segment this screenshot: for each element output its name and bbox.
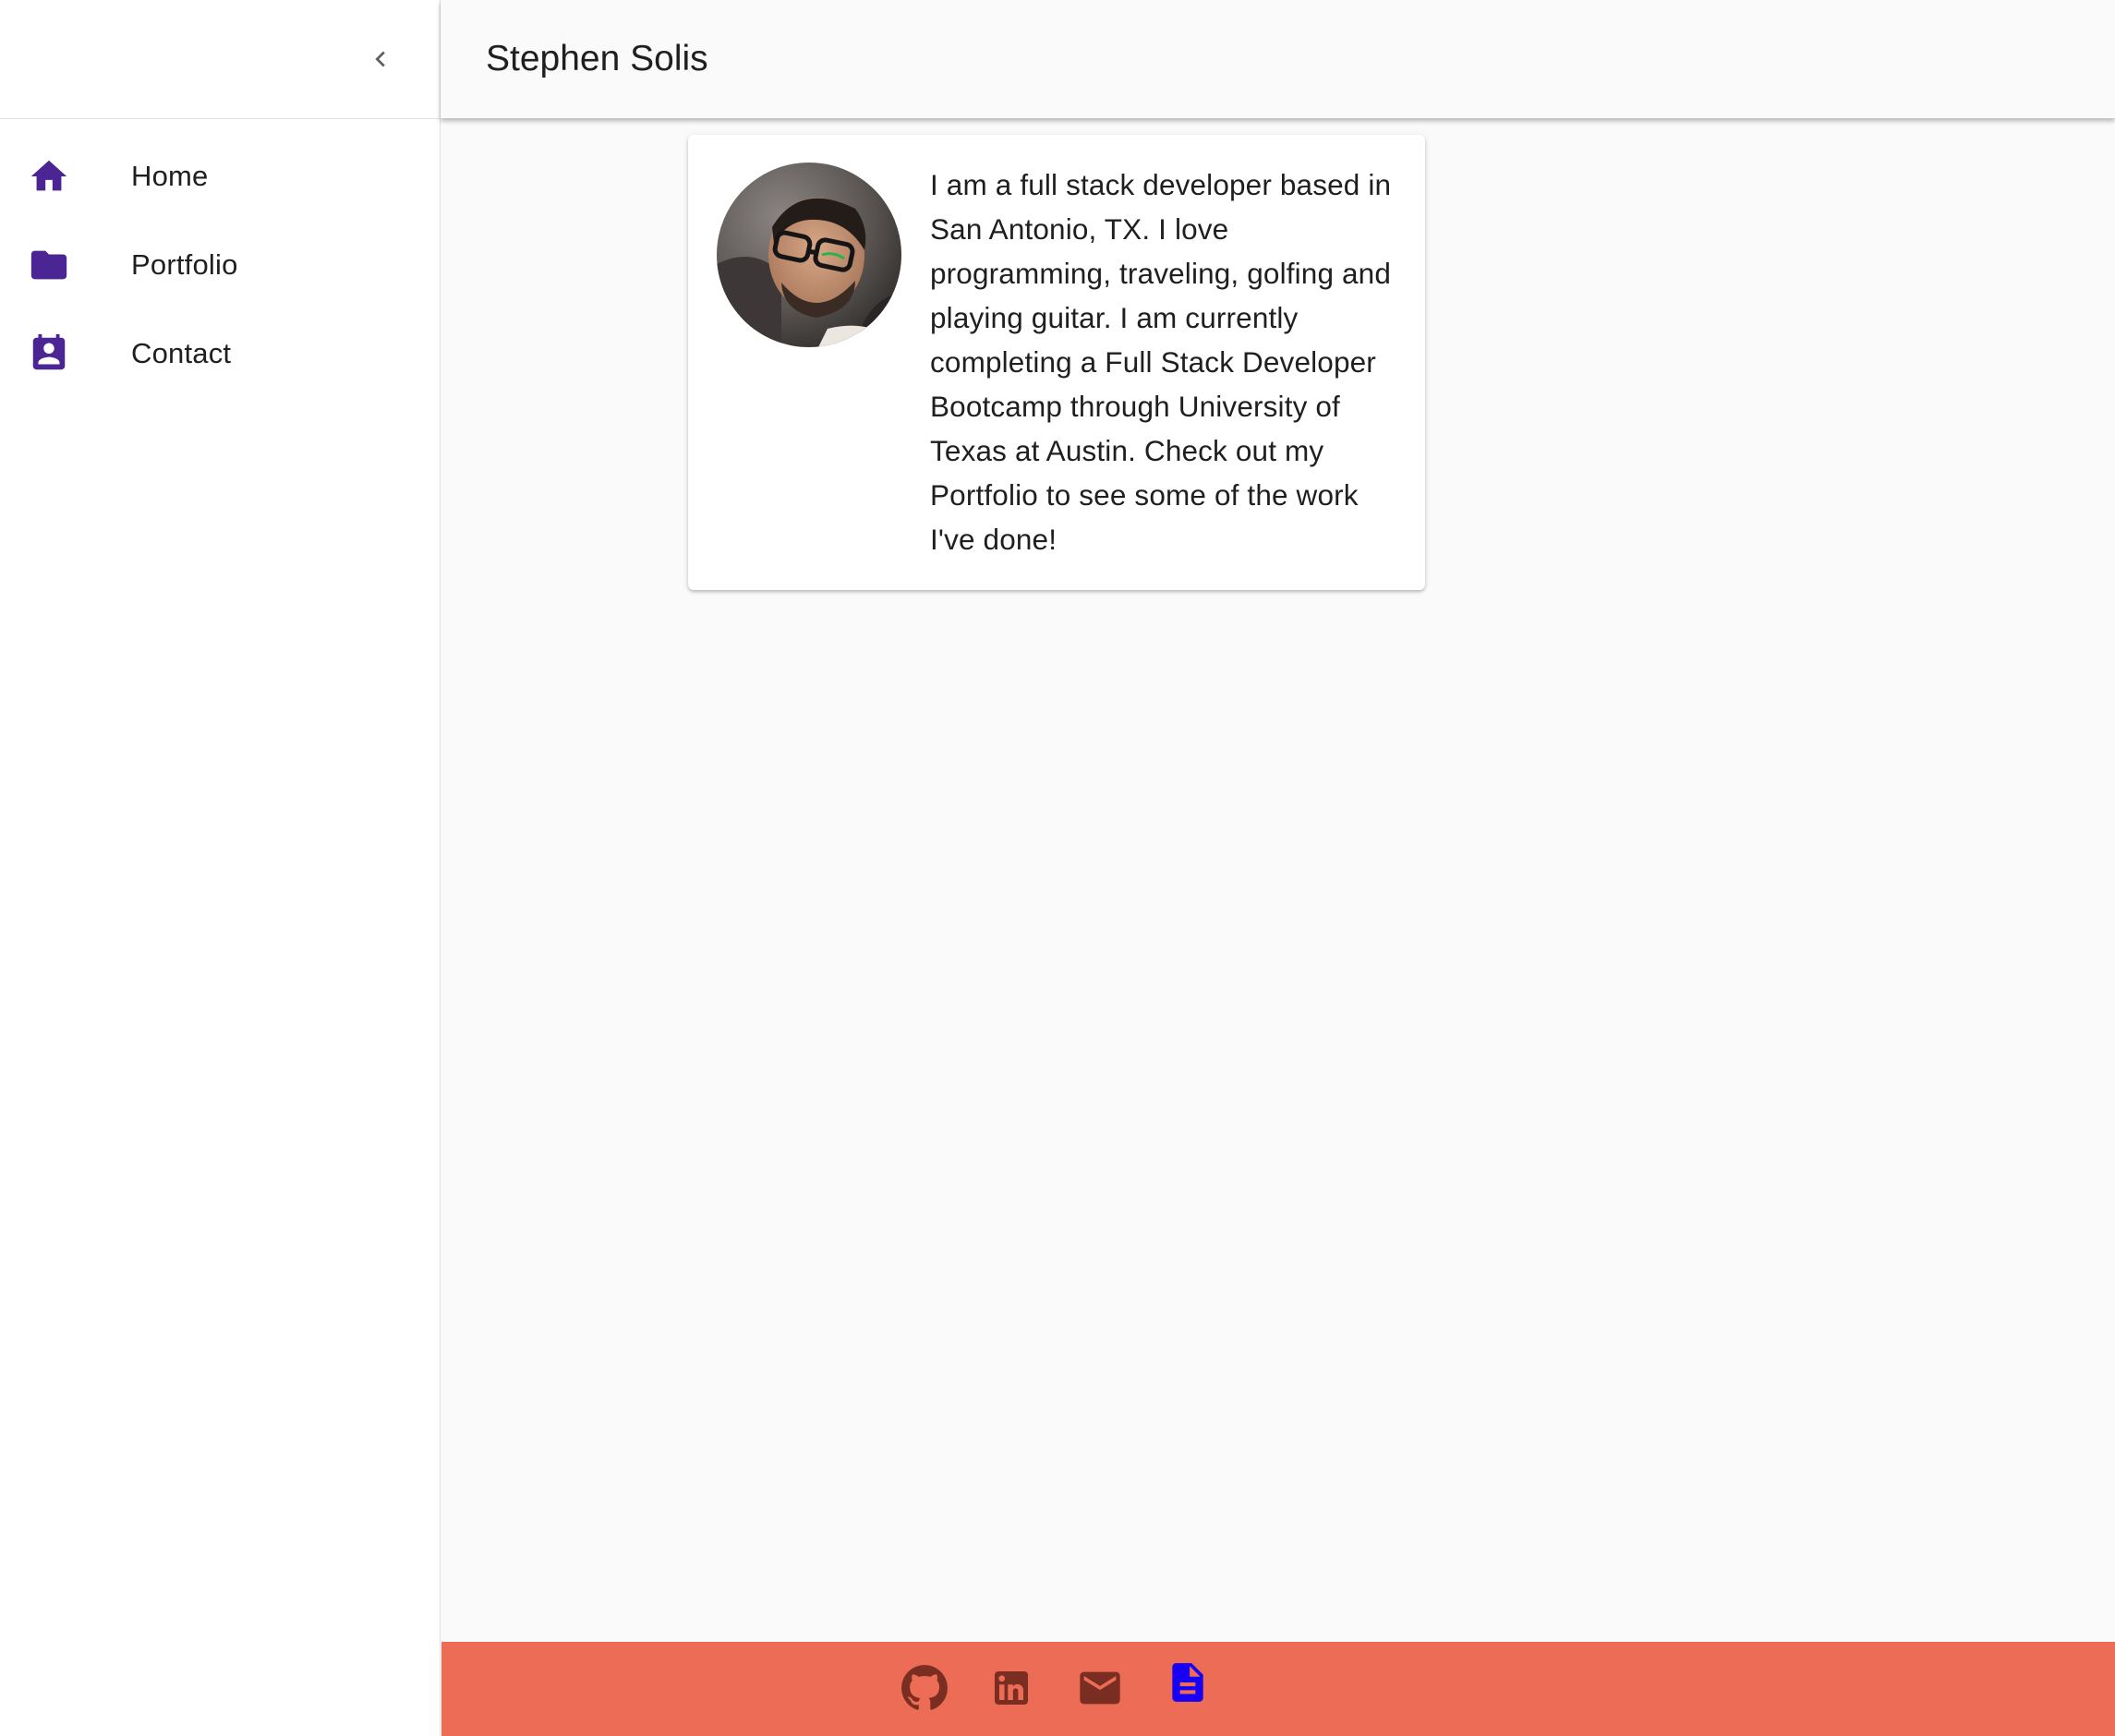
folder-icon xyxy=(0,244,131,286)
nav-item-home[interactable]: Home xyxy=(0,132,440,221)
avatar xyxy=(717,163,901,347)
side-drawer: Home Portfolio Contact xyxy=(0,0,441,1736)
nav-item-label: Portfolio xyxy=(131,248,238,281)
nav-item-contact[interactable]: Contact xyxy=(0,309,440,398)
mail-icon xyxy=(1080,1671,1120,1705)
nav-item-label: Contact xyxy=(131,337,232,369)
app-bar: Stephen Solis xyxy=(441,0,2115,118)
drawer-header xyxy=(0,0,440,119)
nav-item-label: Home xyxy=(131,160,209,192)
email-link[interactable] xyxy=(1074,1662,1126,1714)
linkedin-icon xyxy=(995,1671,1028,1705)
drawer-nav: Home Portfolio Contact xyxy=(0,119,440,398)
linkedin-link[interactable] xyxy=(985,1662,1037,1714)
collapse-drawer-button[interactable] xyxy=(358,37,403,81)
github-icon xyxy=(901,1665,948,1710)
contact-calendar-icon xyxy=(0,332,131,375)
nav-item-portfolio[interactable]: Portfolio xyxy=(0,221,440,309)
github-link[interactable] xyxy=(899,1662,950,1714)
home-icon xyxy=(0,155,131,198)
footer xyxy=(441,1642,2115,1736)
page-title: Stephen Solis xyxy=(486,39,708,78)
resume-document-icon xyxy=(1172,1663,1203,1702)
resume-link[interactable] xyxy=(1162,1657,1214,1708)
bio-text: I am a full stack developer based in San… xyxy=(930,168,1392,556)
about-card: I am a full stack developer based in San… xyxy=(688,135,1425,590)
chevron-left-icon xyxy=(375,51,385,67)
